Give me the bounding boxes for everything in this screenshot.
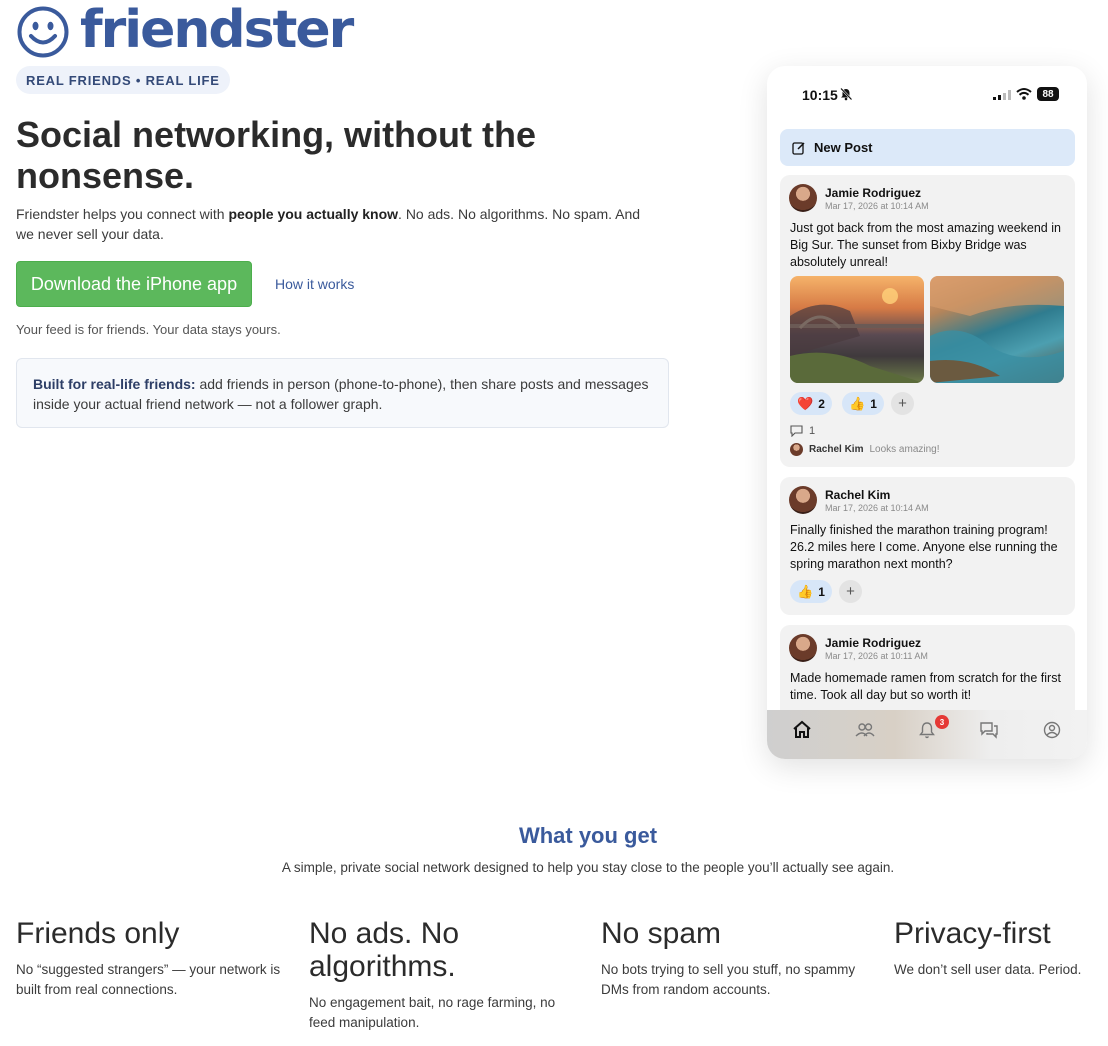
thumbs-up-emoji-icon: 👍	[797, 583, 814, 599]
feature-title: Privacy-first	[894, 917, 1051, 950]
add-reaction-button[interactable]: +	[839, 580, 862, 603]
post-date: Mar 17, 2026 at 10:14 AM	[825, 201, 929, 211]
hero-subtitle: Friendster helps you connect with people…	[16, 204, 656, 244]
post-text: Made homemade ramen from scratch for the…	[790, 671, 1061, 702]
compose-icon	[792, 141, 805, 155]
reaction-thumbs-up-button[interactable]: 👍 1	[790, 580, 832, 603]
download-iphone-app-button[interactable]: Download the iPhone app	[16, 261, 252, 307]
bottom-tab-bar: 3	[767, 710, 1087, 759]
comment-count-value: 1	[809, 425, 816, 437]
feature-no-spam: No spam No bots trying to sell you stuff…	[601, 917, 871, 1000]
hero-subtitle-bold: people you actually know	[228, 206, 399, 222]
avatar	[789, 184, 817, 212]
reaction-heart-button[interactable]: ❤️ 2	[790, 392, 832, 415]
feature-privacy-first: Privacy-first We don’t sell user data. P…	[894, 917, 1094, 980]
reaction-count: 1	[818, 584, 825, 599]
post-author: Jamie Rodriguez	[825, 186, 922, 200]
section-subtitle: A simple, private social network designe…	[281, 860, 895, 875]
messages-icon	[980, 722, 998, 739]
feature-text: No “suggested strangers” — your network …	[16, 962, 281, 997]
post-author: Jamie Rodriguez	[825, 636, 922, 650]
tagline-badge: REAL FRIENDS • REAL LIFE	[16, 66, 230, 94]
bell-muted-icon	[840, 87, 853, 101]
tab-friends[interactable]	[853, 718, 877, 742]
reaction-count: 1	[870, 396, 877, 411]
post-date: Mar 17, 2026 at 10:14 AM	[825, 503, 929, 513]
post-card: Rachel Kim Mar 17, 2026 at 10:14 AM Fina…	[780, 477, 1075, 615]
feature-text: We don’t sell user data. Period.	[894, 962, 1082, 977]
wifi-icon	[1016, 88, 1032, 100]
tab-profile[interactable]	[1040, 718, 1064, 742]
hero-headline: Social networking, without the nonsense.	[16, 114, 537, 196]
tab-home[interactable]	[790, 718, 814, 742]
phone-mockup: 10:15 88 New Post Jamie Rodriguez Mar 17…	[767, 66, 1087, 759]
feature-text: No engagement bait, no rage farming, no …	[309, 995, 556, 1030]
profile-icon	[1043, 721, 1061, 739]
add-reaction-button[interactable]: +	[891, 392, 914, 415]
smiley-logo-icon	[17, 6, 69, 58]
post-photo-coast[interactable]	[930, 276, 1064, 383]
brand-name: friendster	[80, 0, 354, 60]
avatar	[789, 634, 817, 662]
friends-icon	[855, 723, 875, 737]
status-bar: 10:15 88	[767, 66, 1087, 124]
post-date: Mar 17, 2026 at 10:11 AM	[825, 651, 928, 661]
feature-friends-only: Friends only No “suggested strangers” — …	[16, 917, 286, 1000]
plus-icon: +	[846, 583, 855, 600]
info-callout-bold: Built for real-life friends:	[33, 376, 196, 392]
feature-title: No ads. No algorithms.	[309, 917, 460, 983]
new-post-label: New Post	[814, 140, 873, 155]
comment-icon	[790, 425, 803, 437]
comment-author: Rachel Kim	[809, 444, 864, 455]
feed-note: Your feed is for friends. Your data stay…	[16, 322, 281, 337]
feature-title: No spam	[601, 917, 722, 950]
thumbs-up-emoji-icon: 👍	[849, 395, 866, 411]
avatar	[789, 486, 817, 514]
section-title: What you get	[518, 823, 658, 848]
brand-logo[interactable]: friendster	[16, 0, 354, 60]
status-time: 10:15	[802, 87, 838, 103]
tab-messages[interactable]	[977, 718, 1001, 742]
post-card: Jamie Rodriguez Mar 17, 2026 at 10:14 AM…	[780, 175, 1075, 467]
notification-badge: 3	[935, 715, 949, 729]
reaction-thumbs-up-button[interactable]: 👍 1	[842, 392, 884, 415]
post-text: Just got back from the most amazing week…	[790, 221, 1061, 269]
home-icon	[793, 720, 811, 738]
feature-no-ads: No ads. No algorithms. No engagement bai…	[309, 917, 569, 1033]
new-post-button[interactable]: New Post	[780, 129, 1075, 166]
how-it-works-link[interactable]: How it works	[275, 276, 354, 292]
heart-emoji-icon: ❤️	[797, 395, 814, 411]
plus-icon: +	[898, 395, 907, 412]
post-author: Rachel Kim	[825, 488, 891, 502]
cellular-signal-icon	[993, 90, 1011, 100]
comment-preview: Rachel Kim Looks amazing!	[790, 443, 940, 456]
comment-count[interactable]: 1	[790, 425, 815, 437]
comment-text: Looks amazing!	[869, 444, 940, 455]
avatar	[790, 443, 803, 456]
post-text: Finally finished the marathon training p…	[790, 523, 1058, 571]
info-callout: Built for real-life friends: add friends…	[16, 358, 669, 428]
feature-title: Friends only	[16, 917, 180, 950]
post-photo-bridge[interactable]	[790, 276, 924, 383]
bell-icon	[919, 722, 935, 739]
battery-indicator: 88	[1037, 87, 1059, 101]
feature-text: No bots trying to sell you stuff, no spa…	[601, 962, 856, 997]
hero-subtitle-prefix: Friendster helps you connect with	[16, 206, 229, 222]
reaction-count: 2	[818, 396, 825, 411]
